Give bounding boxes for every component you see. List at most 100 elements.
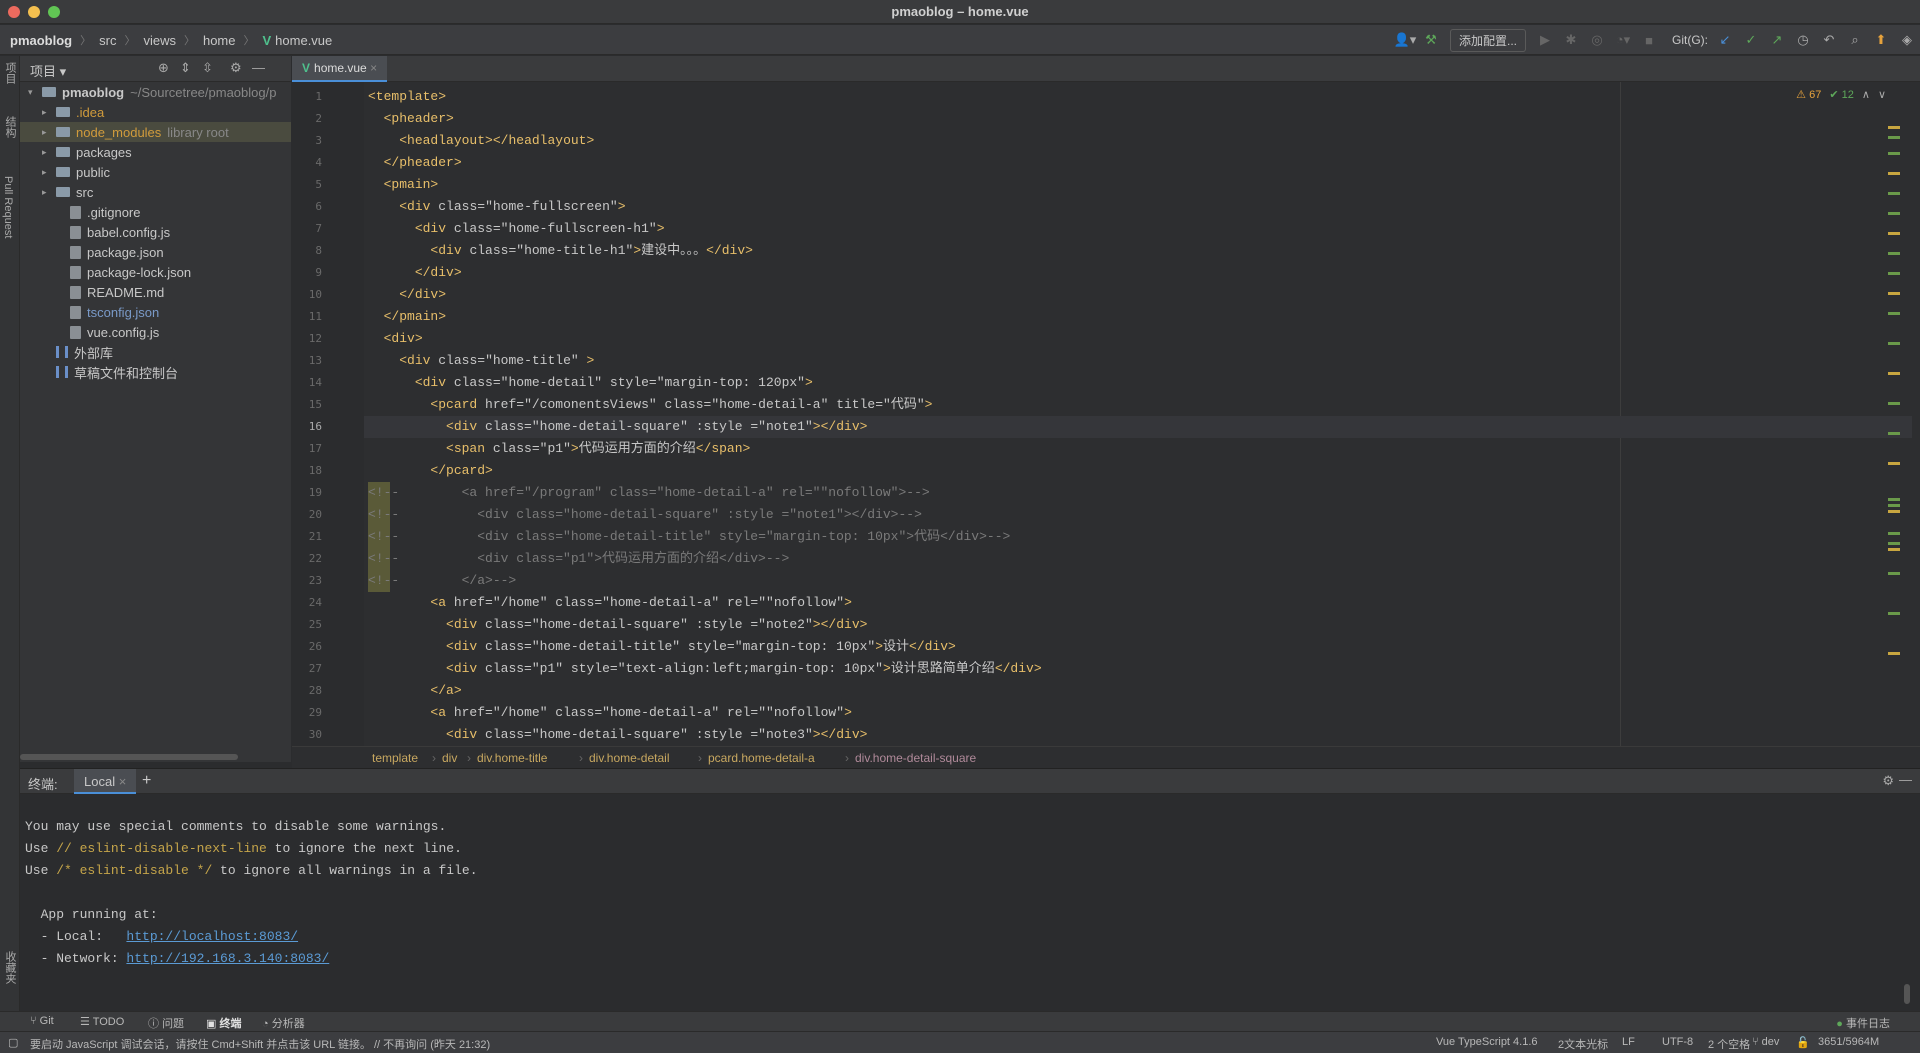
- chevron-right-icon[interactable]: ▸: [42, 187, 56, 198]
- check-count[interactable]: ✔ 12: [1829, 88, 1854, 101]
- terminal-output[interactable]: You may use special comments to disable …: [20, 794, 1920, 1010]
- code-line[interactable]: <!-- <div class="home-detail-square" :st…: [368, 504, 922, 526]
- code-line[interactable]: <a href="/home" class="home-detail-a" re…: [368, 702, 851, 724]
- code-line[interactable]: <div class="home-detail-title" style="ma…: [368, 636, 956, 658]
- chevron-down-icon[interactable]: ▾: [28, 87, 42, 98]
- scroll-marker[interactable]: [1888, 292, 1900, 295]
- code-editor[interactable]: ⚠ 67 ✔ 12 ∧ ∨ 1 <template> 2 <pheader> 3 <h…: [292, 82, 1920, 746]
- scroll-marker[interactable]: [1888, 432, 1900, 435]
- scroll-marker[interactable]: [1888, 372, 1900, 375]
- code-breadcrumb-item[interactable]: template: [372, 751, 418, 765]
- scroll-marker[interactable]: [1888, 402, 1900, 405]
- code-breadcrumb-item[interactable]: div.home-detail: [589, 751, 669, 765]
- tree-item[interactable]: tsconfig.json: [20, 302, 291, 322]
- next-highlight-icon[interactable]: ∨: [1878, 88, 1886, 101]
- code-line[interactable]: </div>: [368, 284, 446, 306]
- chevron-right-icon[interactable]: ▸: [42, 107, 56, 118]
- gear-icon[interactable]: ⚙: [230, 60, 242, 76]
- tree-item[interactable]: ▸ .idea: [20, 102, 291, 122]
- chevron-right-icon[interactable]: ▸: [42, 167, 56, 178]
- scroll-marker[interactable]: [1888, 272, 1900, 275]
- scroll-marker[interactable]: [1888, 342, 1900, 345]
- tree-item[interactable]: ▸ packages: [20, 142, 291, 162]
- scroll-marker[interactable]: [1888, 192, 1900, 195]
- tree-item[interactable]: ▾ pmaoblog ~/Sourcetree/pmaoblog/p: [20, 82, 291, 102]
- lock-icon[interactable]: 🔓: [1796, 1036, 1810, 1049]
- debug-icon[interactable]: ✱: [1559, 29, 1583, 51]
- hide-panel-icon[interactable]: —: [1899, 772, 1912, 787]
- scroll-marker[interactable]: [1888, 212, 1900, 215]
- code-line[interactable]: <pmain>: [368, 174, 439, 196]
- warning-count[interactable]: ⚠ 67: [1796, 88, 1821, 101]
- memory-indicator[interactable]: 3651/5964M: [1818, 1036, 1879, 1048]
- code-line[interactable]: <div class="home-detail-square" :style =…: [368, 416, 867, 438]
- git-tool-tab[interactable]: ⑂ Git: [30, 1015, 54, 1027]
- scroll-marker[interactable]: [1888, 172, 1900, 175]
- pull-request-tool-tab[interactable]: Pull Request: [2, 176, 14, 238]
- line-separator[interactable]: LF: [1622, 1036, 1635, 1048]
- git-push-icon[interactable]: ↗: [1765, 29, 1789, 51]
- git-update-icon[interactable]: ↙: [1713, 29, 1737, 51]
- ide-logo-icon[interactable]: ◈: [1895, 29, 1919, 51]
- scroll-marker[interactable]: [1888, 504, 1900, 507]
- code-line[interactable]: <div class="home-detail-square" :style =…: [368, 614, 867, 636]
- tree-item[interactable]: ▸ node_modules library root: [20, 122, 291, 142]
- chevron-right-icon[interactable]: ▸: [42, 147, 56, 158]
- run-icon[interactable]: ▶: [1533, 29, 1557, 51]
- tree-item[interactable]: 草稿文件和控制台: [20, 362, 291, 382]
- indent-setting[interactable]: 2 个空格: [1708, 1036, 1750, 1052]
- tree-item[interactable]: 外部库: [20, 342, 291, 362]
- breadcrumb-item[interactable]: home.vue: [275, 33, 332, 48]
- profiler-tool-tab[interactable]: ◔ 分析器: [262, 1015, 305, 1031]
- previous-highlight-icon[interactable]: ∧: [1862, 88, 1870, 101]
- favorites-tool-tab[interactable]: 收藏夹: [2, 951, 18, 984]
- code-line[interactable]: </pheader>: [368, 152, 462, 174]
- scroll-marker[interactable]: [1888, 126, 1900, 129]
- scroll-marker[interactable]: [1888, 542, 1900, 545]
- gear-icon[interactable]: ⚙: [1882, 773, 1894, 789]
- collapse-all-icon[interactable]: ⇳: [202, 60, 213, 76]
- code-line[interactable]: <div class="home-fullscreen">: [368, 196, 625, 218]
- update-available-icon[interactable]: ⬆: [1869, 29, 1893, 51]
- code-line[interactable]: <div class="p1" style="text-align:left;m…: [368, 658, 1042, 680]
- code-line[interactable]: <!-- <a href="/program" class="home-deta…: [368, 482, 930, 504]
- scroll-marker[interactable]: [1888, 498, 1900, 501]
- project-tool-tab[interactable]: 项目: [2, 62, 18, 84]
- breadcrumb-item[interactable]: src: [99, 33, 116, 48]
- tree-item[interactable]: README.md: [20, 282, 291, 302]
- git-commit-icon[interactable]: ✓: [1739, 29, 1763, 51]
- code-line[interactable]: </pcard>: [368, 460, 492, 482]
- code-breadcrumb-item[interactable]: div.home-title: [477, 751, 547, 765]
- add-configuration-button[interactable]: 添加配置...: [1449, 28, 1526, 52]
- locate-icon[interactable]: ⊕: [158, 60, 169, 76]
- code-line[interactable]: <div class="home-title" >: [368, 350, 594, 372]
- code-breadcrumb-item[interactable]: div: [442, 751, 457, 765]
- status-message[interactable]: 要启动 JavaScript 调试会话，请按住 Cmd+Shift 并点击该 U…: [30, 1036, 490, 1052]
- scroll-marker[interactable]: [1888, 136, 1900, 139]
- scroll-marker[interactable]: [1888, 152, 1900, 155]
- terminal-scrollbar[interactable]: [1904, 984, 1910, 1004]
- todo-tool-tab[interactable]: ☰ TODO: [80, 1015, 124, 1028]
- code-line[interactable]: </pmain>: [368, 306, 446, 328]
- status-panel-icon[interactable]: ▢: [8, 1036, 18, 1049]
- tree-horizontal-scrollbar[interactable]: [20, 754, 238, 760]
- scroll-marker[interactable]: [1888, 572, 1900, 575]
- code-line[interactable]: <a href="/home" class="home-detail-a" re…: [368, 592, 851, 614]
- profile-icon[interactable]: ◔▾: [1611, 29, 1635, 51]
- close-tab-icon[interactable]: ×: [119, 774, 127, 789]
- new-terminal-icon[interactable]: +: [142, 772, 151, 790]
- tree-item[interactable]: vue.config.js: [20, 322, 291, 342]
- code-line[interactable]: <headlayout></headlayout>: [368, 130, 594, 152]
- code-line[interactable]: <div class="home-detail-square" :style =…: [368, 724, 867, 746]
- history-icon[interactable]: ◷: [1791, 29, 1815, 51]
- file-encoding[interactable]: UTF-8: [1662, 1036, 1693, 1048]
- terminal-network-url-line[interactable]: - Network: http://192.168.3.140:8083/: [25, 948, 330, 970]
- tree-item[interactable]: package.json: [20, 242, 291, 262]
- scroll-marker[interactable]: [1888, 232, 1900, 235]
- code-breadcrumb-item[interactable]: pcard.home-detail-a: [708, 751, 815, 765]
- tree-item[interactable]: ▸ src: [20, 182, 291, 202]
- code-line[interactable]: <pcard href="/comonentsViews" class="hom…: [368, 394, 932, 416]
- problems-tool-tab[interactable]: ⓘ 问题: [148, 1015, 184, 1031]
- scroll-marker[interactable]: [1888, 652, 1900, 655]
- hide-panel-icon[interactable]: —: [252, 60, 265, 75]
